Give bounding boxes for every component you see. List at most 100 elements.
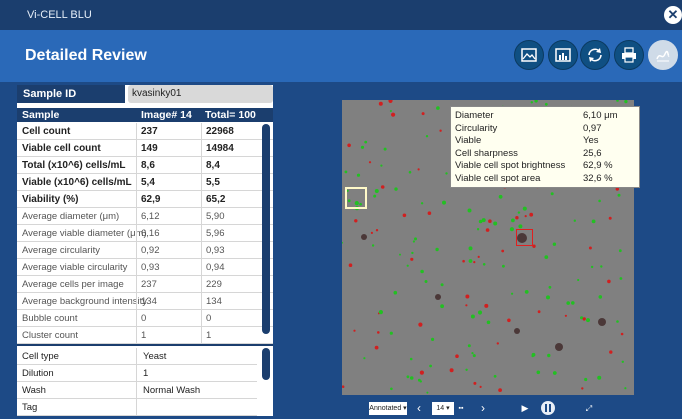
viable-cell-marker (598, 199, 601, 203)
viable-cell-marker (624, 100, 628, 104)
viable-cell-marker (591, 219, 596, 224)
viable-cell-marker (424, 280, 428, 283)
image-view-button[interactable] (514, 40, 544, 70)
viable-cell-marker (425, 135, 429, 138)
tooltip-label: Viable cell spot area (455, 173, 541, 184)
row-image-value: 149 (141, 143, 158, 154)
viable-cell-marker (380, 164, 383, 167)
nonviable-cell-marker (410, 257, 414, 261)
results-scrollbar[interactable] (262, 124, 270, 334)
row-label: Bubble count (22, 313, 78, 324)
next-image-button[interactable]: › (478, 402, 488, 415)
row-total-value: 14984 (206, 143, 234, 154)
viable-cell-marker (394, 187, 398, 191)
nonviable-cell-marker (368, 161, 372, 164)
signature-button[interactable] (648, 40, 678, 70)
viable-cell-marker (360, 145, 365, 149)
row-label: Viable cell count (22, 143, 101, 154)
viable-cell-marker (383, 147, 387, 151)
nonviable-cell-marker (342, 385, 345, 388)
info-scrollbar[interactable] (262, 348, 270, 380)
close-icon[interactable]: ✕ (664, 6, 682, 24)
table-row: Viable (x10^6) cells/mL 5,4 5,5 (17, 174, 273, 191)
row-label: Viable (x10^6) cells/mL (22, 177, 132, 188)
viable-cell-marker (566, 301, 570, 305)
selection-box[interactable] (345, 187, 367, 209)
nonviable-cell-marker (537, 310, 541, 314)
viable-cell-marker (524, 290, 529, 294)
viable-cell-marker (597, 375, 602, 380)
nonviable-cell-marker (465, 294, 470, 299)
tooltip-label: Viable (455, 135, 482, 147)
row-total-value: 134 (206, 296, 222, 307)
image-icon (521, 48, 537, 62)
header-sample: Sample (22, 109, 60, 121)
viable-cell-marker (435, 247, 439, 252)
nonviable-cell-marker (375, 229, 379, 232)
title-bar: Vi-CELL BLU ✕ (0, 0, 682, 30)
expand-icon[interactable]: ⤢ (584, 402, 594, 415)
nonviable-cell-marker (607, 279, 611, 284)
nonviable-cell-marker (498, 388, 502, 392)
nonviable-cell-marker (479, 385, 482, 388)
nonviable-cell-marker (353, 329, 356, 332)
nonviable-cell-marker (388, 100, 393, 103)
print-button[interactable] (614, 40, 644, 70)
table-row: Cell count 237 22968 (17, 123, 273, 140)
viable-cell-marker (550, 192, 554, 196)
nonviable-cell-marker (608, 216, 612, 220)
table-row: Average circularity 0,92 0,93 (17, 242, 273, 259)
viable-cell-marker (546, 295, 550, 300)
viable-cell-marker (420, 202, 424, 205)
viable-cell-marker (390, 387, 393, 391)
nonviable-cell-marker (477, 255, 480, 258)
viable-cell-marker (371, 244, 375, 247)
reanalyze-button[interactable] (580, 40, 610, 70)
viable-cell-marker (467, 344, 471, 348)
tooltip-value: 32,6 % (583, 173, 613, 184)
play-button[interactable]: ▶ (520, 402, 530, 415)
viable-cell-marker (468, 246, 473, 251)
row-image-value: 6,16 (141, 228, 160, 239)
graph-view-button[interactable] (548, 40, 578, 70)
table-row: Bubble count 0 0 (17, 310, 273, 327)
nonviable-cell-marker (417, 168, 420, 171)
prev-image-button[interactable]: ‹ (414, 402, 424, 415)
row-image-value: 0,93 (141, 262, 160, 273)
viable-cell-marker (544, 255, 549, 259)
selected-cell-marker[interactable] (516, 229, 533, 246)
table-row: Average cells per image 237 229 (17, 276, 273, 293)
nonviable-cell-marker (507, 318, 511, 323)
row-total-value: 8,4 (206, 160, 220, 171)
viable-cell-marker (548, 285, 552, 289)
nonviable-cell-marker (462, 259, 465, 263)
info-label: Cell type (22, 351, 59, 362)
image-number-select[interactable]: 14 ▾ (432, 402, 454, 415)
nonviable-cell-marker (620, 332, 624, 336)
nonviable-cell-marker (449, 368, 454, 373)
viable-cell-marker (498, 194, 503, 199)
nonviable-cell-marker (421, 112, 425, 116)
display-mode-select[interactable]: Annotated ▾ (369, 402, 407, 415)
nonviable-cell-marker (378, 101, 383, 106)
viable-cell-marker (598, 295, 603, 299)
viable-cell-marker (590, 265, 594, 269)
display-mode-value: Annotated (369, 405, 402, 412)
viable-cell-marker (406, 264, 409, 267)
pause-button[interactable] (541, 401, 555, 415)
row-image-value: 8,6 (141, 160, 155, 171)
nonviable-cell-marker (377, 331, 380, 334)
table-row: Viability (%) 62,9 65,2 (17, 191, 273, 208)
nonviable-cell-marker (582, 317, 586, 321)
sample-id-value[interactable]: kvasinky01 (128, 85, 273, 103)
viable-cell-marker (389, 110, 392, 112)
info-value: Normal Wash (143, 385, 201, 396)
signature-icon (656, 50, 670, 62)
info-label: Wash (22, 385, 46, 396)
viable-cell-marker (493, 374, 497, 378)
viable-cell-marker (373, 194, 377, 198)
table-row: Average viable circularity 0,93 0,94 (17, 259, 273, 276)
viable-cell-marker (534, 100, 538, 103)
viable-cell-marker (472, 354, 476, 358)
cell-details-tooltip: Diameter 6,10 μm Circularity 0,97 Viable Yes C… (450, 106, 640, 188)
